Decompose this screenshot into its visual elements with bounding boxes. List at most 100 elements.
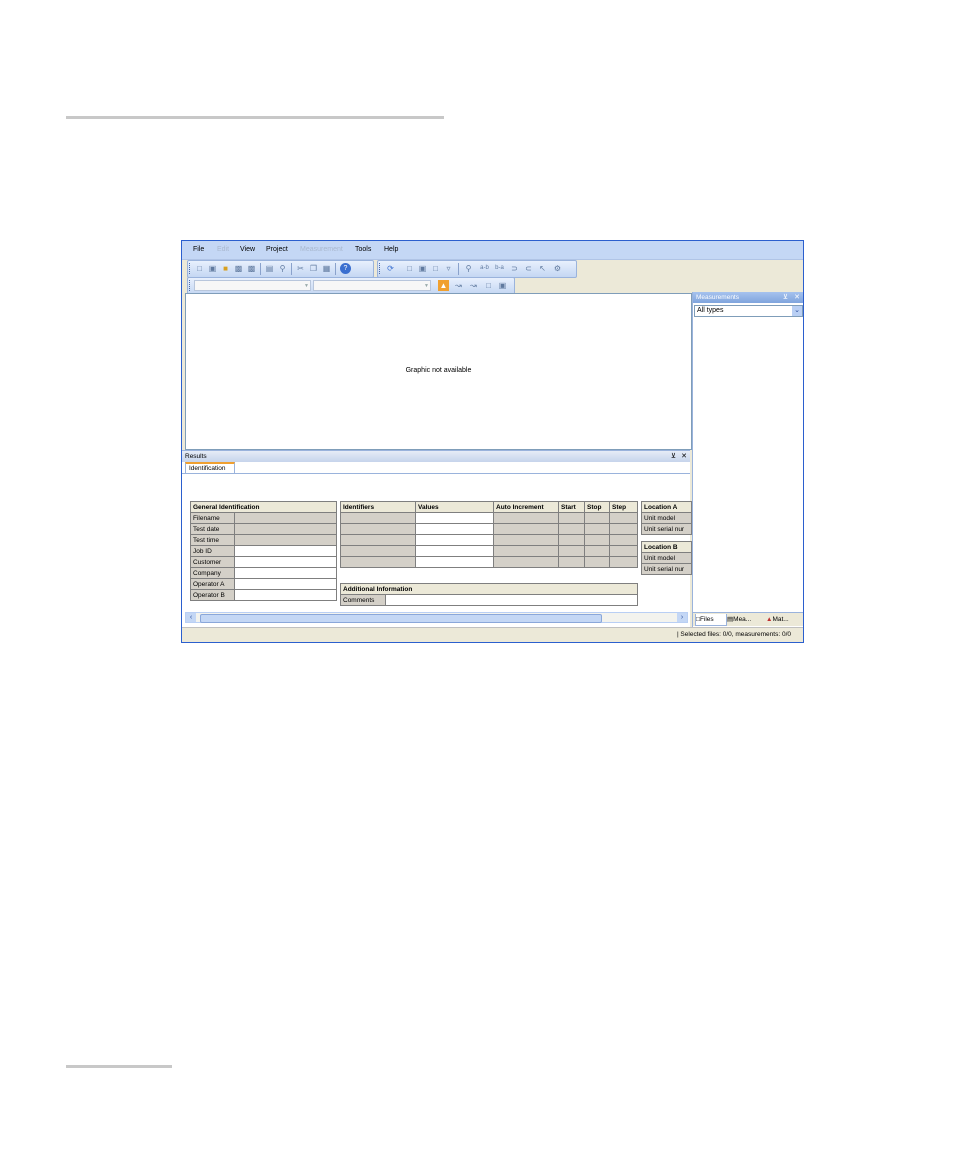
toolbar-grip[interactable] bbox=[189, 280, 192, 291]
table-row bbox=[340, 545, 638, 557]
location-b-table: Location B Unit model Unit serial nur bbox=[641, 541, 692, 575]
trace-icon[interactable]: ↝ bbox=[468, 280, 479, 291]
refresh-icon[interactable]: ⟳ bbox=[385, 263, 396, 274]
new-file-icon[interactable]: □ bbox=[194, 263, 205, 274]
stop-cell bbox=[584, 512, 610, 524]
comments-field[interactable] bbox=[384, 594, 639, 606]
page-icon[interactable]: □ bbox=[430, 263, 441, 274]
toolbar-separator bbox=[291, 263, 292, 275]
settings-icon[interactable]: ⚙ bbox=[552, 263, 563, 274]
identifier-cell bbox=[340, 512, 416, 524]
pin-icon[interactable]: ⊻ bbox=[671, 452, 676, 460]
values-header: Values bbox=[415, 501, 494, 513]
toolbar-separator bbox=[260, 263, 261, 275]
company-field[interactable] bbox=[234, 567, 337, 579]
measurement-type-select[interactable]: All types ⌄ bbox=[694, 305, 803, 317]
scroll-right-icon[interactable]: › bbox=[677, 613, 687, 622]
print-preview-icon[interactable]: ⚲ bbox=[277, 263, 288, 274]
identifier-cell bbox=[340, 545, 416, 557]
cursor-icon[interactable]: ↖ bbox=[537, 263, 548, 274]
stop-cell bbox=[584, 534, 610, 546]
table-row bbox=[340, 534, 638, 546]
selection-combo-1[interactable]: ▼ bbox=[194, 280, 311, 291]
chevron-down-icon[interactable]: ⌄ bbox=[792, 306, 802, 316]
tab-mat[interactable]: ▲Mat... bbox=[766, 614, 802, 625]
close-icon[interactable]: ✕ bbox=[794, 293, 800, 301]
start-cell bbox=[558, 534, 585, 546]
results-panel-title-bar: Results ⊻ ✕ bbox=[182, 450, 690, 462]
tab-identification[interactable]: Identification bbox=[185, 462, 235, 473]
zoom-icon[interactable]: ⚲ bbox=[463, 263, 474, 274]
marker-icon[interactable]: a-b bbox=[479, 263, 490, 274]
top-rule bbox=[66, 116, 444, 119]
highlight-icon[interactable]: ▲ bbox=[438, 280, 449, 291]
page-icon[interactable]: □ bbox=[404, 263, 415, 274]
chevron-down-icon: ▼ bbox=[424, 283, 429, 289]
menu-view[interactable]: View bbox=[240, 246, 255, 253]
identifier-cell bbox=[340, 556, 416, 568]
new-project-icon[interactable]: ▣ bbox=[207, 263, 218, 274]
marker-icon[interactable]: b-a bbox=[494, 263, 505, 274]
tab-divider bbox=[182, 473, 690, 474]
print-icon[interactable]: ▤ bbox=[264, 263, 275, 274]
stop-header: Stop bbox=[584, 501, 610, 513]
page-icon[interactable]: ▣ bbox=[497, 280, 508, 291]
menu-file[interactable]: File bbox=[193, 246, 204, 253]
value-cell[interactable] bbox=[415, 556, 494, 568]
horizontal-scrollbar[interactable]: ‹ › bbox=[185, 612, 688, 623]
customer-field[interactable] bbox=[234, 556, 337, 568]
value-cell[interactable] bbox=[415, 534, 494, 546]
test-date-value bbox=[234, 523, 337, 535]
menu-tools[interactable]: Tools bbox=[355, 246, 371, 253]
copy-icon[interactable]: ❐ bbox=[308, 263, 319, 274]
scroll-left-icon[interactable]: ‹ bbox=[186, 613, 196, 622]
cut-icon[interactable]: ✂ bbox=[295, 263, 306, 274]
tab-measurements-label: Mea... bbox=[733, 616, 752, 623]
auto-increment-header: Auto Increment bbox=[493, 501, 559, 513]
scrollbar-thumb[interactable] bbox=[200, 614, 602, 623]
tab-measurements[interactable]: ▤Mea... bbox=[727, 614, 764, 625]
customer-label: Customer bbox=[190, 556, 235, 568]
additional-information-header: Additional Information bbox=[339, 583, 639, 595]
operator-b-label: Operator B bbox=[190, 589, 235, 601]
toolbar-grip[interactable] bbox=[379, 263, 382, 274]
graph-area[interactable]: Graphic not available bbox=[185, 293, 692, 450]
operator-b-field[interactable] bbox=[234, 589, 337, 601]
open-folder-icon[interactable]: ■ bbox=[220, 263, 231, 274]
graph-message: Graphic not available bbox=[405, 367, 472, 374]
step-header: Step bbox=[609, 501, 638, 513]
table-row bbox=[340, 556, 638, 568]
additional-information-table: Additional Information Comments bbox=[339, 583, 639, 606]
start-cell bbox=[558, 523, 585, 535]
bracket-icon[interactable]: ⊃ bbox=[509, 263, 520, 274]
tab-files[interactable]: □Files bbox=[695, 614, 727, 626]
value-cell[interactable] bbox=[415, 523, 494, 535]
bracket-icon[interactable]: ⊂ bbox=[523, 263, 534, 274]
menu-help[interactable]: Help bbox=[384, 246, 398, 253]
close-icon[interactable]: ✕ bbox=[681, 452, 687, 460]
pin-icon[interactable]: ⊻ bbox=[783, 293, 788, 301]
help-icon[interactable]: ? bbox=[340, 263, 351, 274]
status-text: | Selected files: 0/0, measurements: 0/0 bbox=[676, 631, 791, 638]
paste-icon[interactable]: ▦ bbox=[321, 263, 332, 274]
auto-increment-cell bbox=[493, 556, 559, 568]
value-cell[interactable] bbox=[415, 545, 494, 557]
page-icon[interactable]: ▣ bbox=[417, 263, 428, 274]
location-b-header: Location B bbox=[641, 541, 692, 553]
operator-a-field[interactable] bbox=[234, 578, 337, 590]
trace-icon[interactable]: ↝ bbox=[453, 280, 464, 291]
toolbar-grip[interactable] bbox=[189, 263, 192, 274]
step-cell bbox=[609, 545, 638, 557]
save-all-icon[interactable]: ▩ bbox=[246, 263, 257, 274]
job-id-field[interactable] bbox=[234, 545, 337, 557]
filter-icon[interactable]: ▿ bbox=[443, 263, 454, 274]
menu-project[interactable]: Project bbox=[266, 246, 288, 253]
value-cell[interactable] bbox=[415, 512, 494, 524]
selection-combo-2[interactable]: ▼ bbox=[313, 280, 431, 291]
save-icon[interactable]: ▩ bbox=[233, 263, 244, 274]
comments-label: Comments bbox=[340, 594, 386, 606]
auto-increment-cell bbox=[493, 523, 559, 535]
page-icon[interactable]: □ bbox=[483, 280, 494, 291]
menu-measurement[interactable]: Measurement bbox=[300, 246, 343, 253]
menu-edit[interactable]: Edit bbox=[217, 246, 229, 253]
